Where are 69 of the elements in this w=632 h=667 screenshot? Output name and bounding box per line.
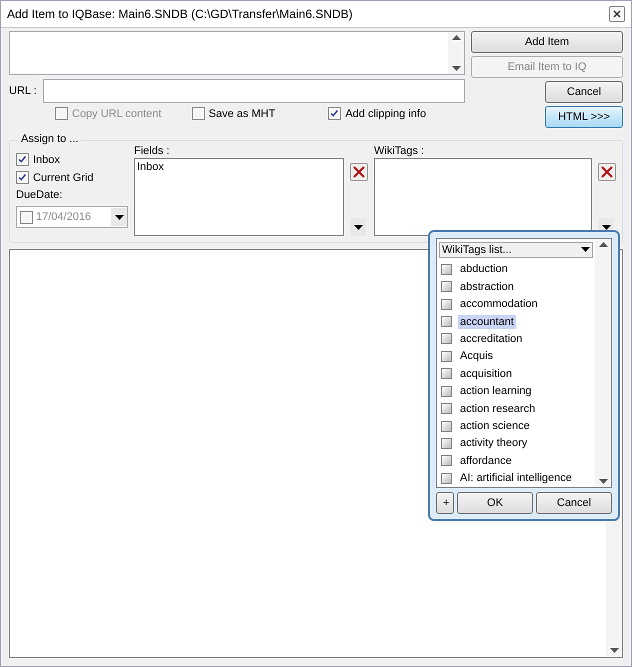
close-icon xyxy=(601,166,613,178)
dialog-button[interactable]: Add Item xyxy=(471,31,623,53)
window-title: Add Item to IQBase: Main6.SNDB (C:\GD\Transfer\Main6.SNDB) xyxy=(7,7,353,21)
checkbox[interactable] xyxy=(16,153,29,166)
scroll-up-icon[interactable] xyxy=(598,242,608,247)
tag-item[interactable]: abduction xyxy=(458,262,510,276)
dialog-button[interactable]: Cancel xyxy=(545,81,623,103)
tag-icon xyxy=(441,316,452,328)
dropdown-button[interactable] xyxy=(350,218,366,236)
tag-item[interactable]: accommodation xyxy=(458,297,540,312)
tag-item[interactable]: action learning xyxy=(458,384,534,398)
scroll-up-icon[interactable] xyxy=(452,35,460,40)
url-label: URL : xyxy=(9,85,37,97)
list-item[interactable]: Inbox xyxy=(137,161,341,173)
tag-icon xyxy=(441,333,452,344)
close-icon[interactable] xyxy=(609,6,625,22)
option-label: Save as MHT xyxy=(208,108,276,120)
popup-button[interactable]: + xyxy=(436,492,454,514)
scroll-down-icon[interactable] xyxy=(598,479,608,484)
tag-icon xyxy=(441,350,452,362)
tag-item[interactable]: AI: artificial intelligence xyxy=(458,471,574,486)
option-label: Copy URL content xyxy=(72,108,162,120)
tag-item[interactable]: action science xyxy=(458,419,532,434)
tag-icon xyxy=(441,386,452,397)
checkbox[interactable] xyxy=(16,171,29,184)
caret-icon xyxy=(114,214,124,220)
date-checkbox[interactable] xyxy=(20,210,33,224)
delete-button[interactable] xyxy=(350,163,368,181)
wikitags-list[interactable] xyxy=(374,158,592,236)
url-field[interactable] xyxy=(42,79,465,103)
popup-button[interactable]: Cancel xyxy=(536,492,612,514)
fields-label: Fields : xyxy=(134,145,170,157)
tag-icon xyxy=(441,281,452,292)
tag-item[interactable]: acquisition xyxy=(458,366,514,381)
checkbox[interactable] xyxy=(192,107,205,120)
checkbox[interactable] xyxy=(328,107,342,120)
tag-icon xyxy=(441,472,452,484)
tag-item[interactable]: affordance xyxy=(458,454,514,468)
tag-icon xyxy=(441,455,452,466)
wikitags-label: WikiTags : xyxy=(374,145,426,157)
caret-icon xyxy=(354,224,362,230)
duedate-label: DueDate: xyxy=(16,189,64,201)
scroll-down-icon[interactable] xyxy=(452,66,460,71)
dropdown-button[interactable] xyxy=(111,208,127,226)
tag-item[interactable]: abstraction xyxy=(458,280,516,294)
tag-icon xyxy=(441,403,452,414)
list-header[interactable]: WikiTags list... xyxy=(439,242,593,258)
tag-item[interactable]: accountant xyxy=(458,314,516,329)
tag-item[interactable]: accreditation xyxy=(458,332,524,346)
tag-item[interactable]: action research xyxy=(458,402,538,416)
tag-icon xyxy=(441,298,452,310)
tag-icon xyxy=(441,264,452,275)
delete-button[interactable] xyxy=(598,163,616,181)
tag-icon xyxy=(441,438,452,449)
option-label: Add clipping info xyxy=(345,108,426,120)
checkbox-label: Inbox xyxy=(33,154,60,166)
tag-icon xyxy=(441,368,452,380)
popup-button[interactable]: OK xyxy=(457,492,533,514)
scroll-down-icon[interactable] xyxy=(610,648,618,653)
dialog-button[interactable]: HTML >>> xyxy=(545,106,623,128)
tag-item[interactable]: Acquis xyxy=(458,349,496,364)
caret-icon xyxy=(581,247,590,252)
checkbox-label: Current Grid xyxy=(33,172,94,184)
group-title: Assign to ... xyxy=(18,133,82,145)
close-icon xyxy=(353,166,365,178)
tag-item[interactable]: activity theory xyxy=(458,436,530,450)
tag-icon xyxy=(441,420,452,432)
text-field[interactable] xyxy=(9,31,465,75)
fields-list[interactable]: Inbox xyxy=(134,158,344,236)
